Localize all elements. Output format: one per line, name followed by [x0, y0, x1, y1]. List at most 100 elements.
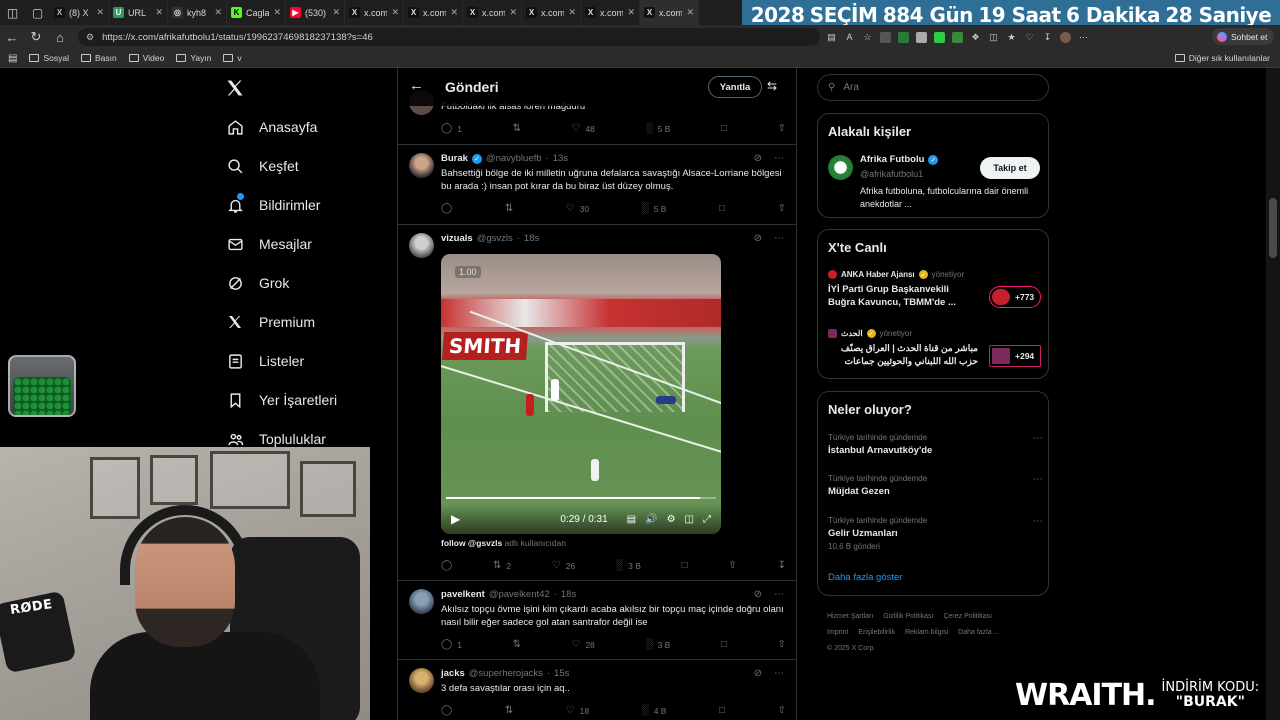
avatar[interactable]: [409, 233, 434, 258]
extension-icon[interactable]: [952, 31, 963, 43]
nav-item-bookmark[interactable]: Yer İşaretleri: [226, 391, 337, 409]
back-arrow-icon[interactable]: ←: [409, 77, 424, 94]
bookmark-action[interactable]: □: [719, 705, 725, 716]
browser-tab[interactable]: Xx.com ✕: [463, 0, 522, 25]
browser-tab[interactable]: ◎ kyh8 ✕: [168, 0, 227, 25]
close-tab-icon[interactable]: ✕: [509, 7, 517, 18]
extension-icon[interactable]: [880, 31, 891, 43]
page-scrollbar[interactable]: [1266, 68, 1280, 720]
collections-icon[interactable]: ♡: [1024, 32, 1035, 43]
play-icon[interactable]: ▶: [451, 512, 460, 526]
footer-link[interactable]: Imprint: [827, 629, 848, 636]
avatar[interactable]: [409, 668, 434, 693]
bookmark-action[interactable]: □: [721, 639, 727, 650]
like-action[interactable]: ♡ 30: [566, 203, 589, 214]
footer-link[interactable]: Erişilebilirlik: [858, 629, 895, 636]
nav-item-x[interactable]: Premium: [226, 313, 315, 331]
follow-button[interactable]: Takip et: [980, 157, 1040, 179]
nav-item-home[interactable]: Anasayfa: [226, 118, 317, 136]
grok-icon[interactable]: ⊘: [754, 233, 762, 244]
live-item[interactable]: الحدث ✓ yönetiyor مباشر من قناة الحدث | …: [828, 329, 1043, 368]
bookmark-action[interactable]: □: [721, 123, 727, 134]
share-action[interactable]: ⇧: [778, 705, 786, 716]
tab-actions-icon[interactable]: ▢: [25, 0, 50, 25]
footer-link[interactable]: Gizlilik Politikası: [883, 613, 933, 620]
trend-item[interactable]: Türkiye tarihinde gündemde Müjdat Gezen …: [828, 474, 1043, 497]
views-action[interactable]: ░ 5 B: [646, 123, 671, 134]
browser-tab[interactable]: Xx.com ✕: [345, 0, 404, 25]
download-action[interactable]: ↧: [778, 560, 786, 571]
author-handle[interactable]: @gsvzls: [477, 233, 513, 244]
reply-action[interactable]: ◯ 1: [441, 639, 462, 650]
author-name[interactable]: vizuals: [441, 233, 473, 244]
like-action[interactable]: ♡ 26: [552, 560, 575, 571]
scrollbar-thumb[interactable]: [1269, 198, 1277, 258]
browser-tab[interactable]: Xx.com ✕: [581, 0, 640, 25]
workspaces-icon[interactable]: ◫: [0, 0, 25, 25]
related-handle[interactable]: @afrikafutbolu1: [860, 169, 923, 179]
nav-item-bell[interactable]: Bildirimler: [226, 192, 320, 214]
profile-avatar[interactable]: [1060, 31, 1071, 43]
live-item[interactable]: ANKA Haber Ajansı ✓ yönetiyor İYİ Parti …: [828, 270, 1043, 309]
show-more-link[interactable]: Daha fazla göster: [828, 572, 902, 583]
home-browser-icon[interactable]: ⌂: [48, 25, 72, 49]
more-options-icon[interactable]: ⋯: [1033, 516, 1043, 527]
share-action[interactable]: ⇧: [728, 560, 736, 571]
footer-link[interactable]: © 2025 X Corp.: [827, 645, 875, 652]
trend-item[interactable]: Türkiye tarihinde gündemde Gelir Uzmanla…: [828, 516, 1043, 551]
close-tab-icon[interactable]: ✕: [391, 7, 399, 18]
close-tab-icon[interactable]: ✕: [686, 7, 694, 18]
extension-icon[interactable]: [916, 31, 927, 43]
close-tab-icon[interactable]: ✕: [273, 7, 281, 18]
url-field[interactable]: ⚙ https://x.com/afrikafutbolu1/status/19…: [78, 28, 820, 46]
like-action[interactable]: ♡ 18: [566, 705, 589, 716]
nav-item-mail[interactable]: Mesajlar: [226, 235, 312, 253]
avatar[interactable]: [409, 589, 434, 614]
bookmark-folder[interactable]: Yayın: [176, 53, 211, 63]
views-action[interactable]: ░ 3 B: [646, 639, 671, 650]
split-screen-icon[interactable]: ◫: [988, 32, 999, 43]
search-box[interactable]: ⚲ Ara: [817, 74, 1049, 101]
live-listeners-badge[interactable]: +294: [989, 345, 1041, 367]
author-name[interactable]: pavelkent: [441, 589, 485, 600]
avatar[interactable]: [828, 155, 853, 180]
footer-link[interactable]: Çerez Politikası: [943, 613, 992, 620]
extension-icon[interactable]: [898, 31, 909, 43]
views-action[interactable]: ░ 5 B: [642, 203, 667, 214]
close-tab-icon[interactable]: ✕: [332, 7, 340, 18]
avatar[interactable]: [409, 153, 434, 178]
browser-tab[interactable]: Xx.com ✕: [522, 0, 581, 25]
close-tab-icon[interactable]: ✕: [450, 7, 458, 18]
close-tab-icon[interactable]: ✕: [568, 7, 576, 18]
attribution-user[interactable]: follow @gsvzls: [441, 538, 502, 548]
share-action[interactable]: ⇧: [778, 639, 786, 650]
close-tab-icon[interactable]: ✕: [627, 7, 635, 18]
reply-tweet[interactable]: pavelkent @pavelkent42 · 18s ⊘ ⋯ Akılsız…: [398, 581, 796, 660]
footer-link[interactable]: Reklam bilgisi: [905, 629, 948, 636]
post-time[interactable]: 18s: [561, 589, 576, 600]
more-options-icon[interactable]: ⋯: [774, 589, 784, 600]
repost-action[interactable]: ⇅: [505, 705, 513, 716]
grok-icon[interactable]: ⊘: [754, 668, 762, 679]
picture-in-picture-icon[interactable]: ◫: [685, 514, 694, 525]
trend-item[interactable]: Türkiye tarihinde gündemde İstanbul Arna…: [828, 433, 1043, 456]
video-progress-bar[interactable]: [446, 497, 716, 499]
like-action[interactable]: ♡ 28: [571, 639, 594, 650]
browser-tab[interactable]: Xx.com ✕: [640, 0, 699, 25]
repost-action[interactable]: ⇅: [505, 203, 513, 214]
browser-tab[interactable]: Xx.com ✕: [404, 0, 463, 25]
bookmark-folder[interactable]: Video: [128, 53, 164, 63]
browser-tab[interactable]: K Cagla ✕: [227, 0, 286, 25]
post-time[interactable]: 15s: [554, 668, 569, 679]
post-time[interactable]: 13s: [553, 153, 568, 164]
reply-action[interactable]: ◯: [441, 203, 452, 214]
video-player[interactable]: SMITH 1.00 ▶ 0:29 / 0:31 ▤ 🔊 ⚙ ◫ ⤢: [441, 254, 721, 534]
author-handle[interactable]: @superherojacks: [469, 668, 543, 679]
favorites-icon[interactable]: ★: [1006, 32, 1017, 43]
bookmark-action[interactable]: □: [682, 560, 688, 571]
reply-button[interactable]: Yanıtla: [708, 76, 762, 98]
more-options-icon[interactable]: ⋯: [1033, 433, 1043, 444]
captions-icon[interactable]: ▤: [627, 514, 636, 525]
reload-icon[interactable]: ↻: [24, 25, 48, 49]
share-action[interactable]: ⇧: [778, 203, 786, 214]
